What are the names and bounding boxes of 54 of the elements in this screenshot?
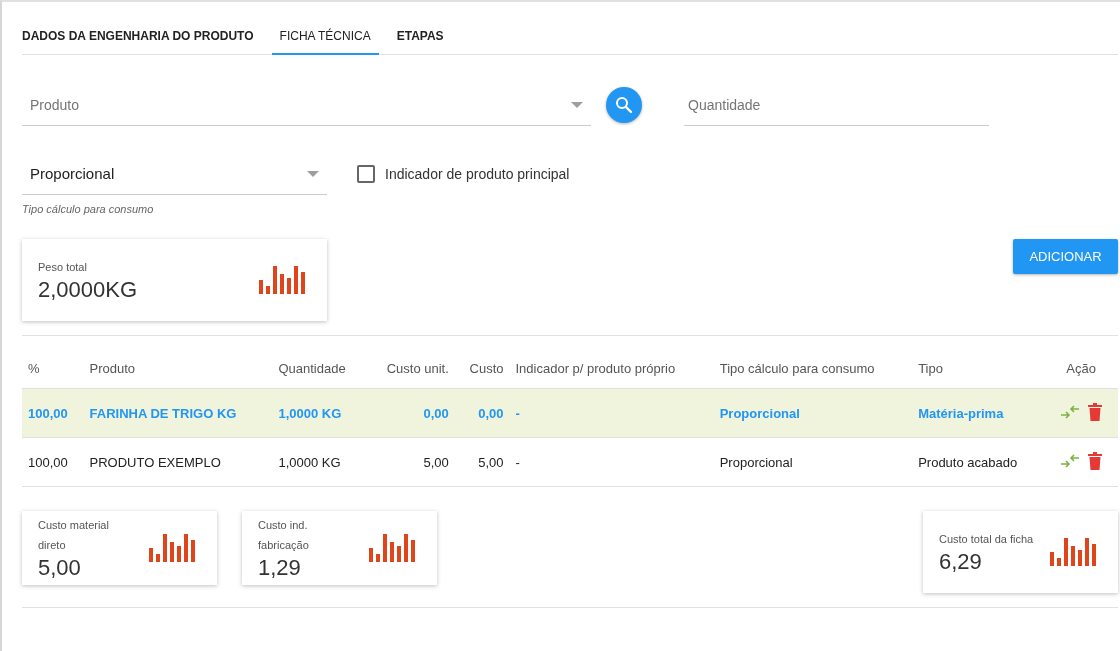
checkbox[interactable] (357, 165, 375, 183)
table-cell: 0,00 (454, 388, 510, 438)
bar-chart-icon (149, 534, 195, 562)
table-cell: - (509, 437, 714, 487)
table-cell: Produto acabado (912, 437, 1045, 487)
table-cell: 5,00 (454, 437, 510, 487)
table-cell: 1,0000 KG (272, 437, 367, 487)
column-header: Quantidade (272, 348, 367, 389)
dropdown-caret-icon (307, 170, 319, 177)
tab[interactable]: ETAPAS (388, 29, 452, 55)
stat-label: Custo total da ficha (939, 532, 1035, 547)
stat-value: 2,0000KG (38, 277, 138, 303)
table-cell: 5,00 (366, 437, 455, 487)
stat-value: 1,29 (258, 555, 302, 581)
column-header: Ação (1044, 348, 1118, 389)
stat-label: Custo ind. fabricação (258, 518, 310, 553)
table-cell: FARINHA DE TRIGO KG (83, 388, 273, 438)
bar-chart-icon (1050, 538, 1096, 566)
column-header: Tipo (912, 348, 1045, 389)
trash-icon (1088, 402, 1103, 421)
column-header: Indicador p/ produto próprio (509, 348, 714, 389)
table-cell: 0,00 (366, 388, 455, 438)
checkbox-label: Indicador de produto principal (385, 166, 570, 182)
table-cell: 1,0000 KG (272, 388, 367, 438)
stat-value: 5,00 (38, 555, 82, 581)
table-cell: 100,00 (22, 388, 84, 438)
tab[interactable]: DADOS DA ENGENHARIA DO PRODUTO (22, 29, 262, 55)
search-icon (615, 96, 633, 114)
stat-label: Custo material direto (38, 518, 110, 553)
column-header: Custo unit. (366, 348, 455, 389)
calculation-type-select[interactable]: Proporcional (22, 153, 327, 195)
column-header: Produto (83, 348, 273, 389)
table-row[interactable]: 100,00 PRODUTO EXEMPLO 1,0000 KG 5,00 5,00 - Proporcional Produto acabado (22, 437, 1118, 487)
helper-text: Tipo cálculo para consumo (22, 203, 155, 215)
dropdown-caret-icon (571, 101, 583, 108)
search-button[interactable] (606, 87, 642, 123)
table-cell: PRODUTO EXEMPLO (83, 437, 273, 487)
table-cell: Proporcional (713, 388, 913, 438)
table-cell: Matéria-prima (912, 388, 1045, 438)
column-header: % (22, 348, 84, 389)
column-header: Tipo cálculo para consumo (713, 348, 913, 389)
tab[interactable]: FICHA TÉCNICA (271, 29, 379, 55)
column-header: Custo (454, 348, 510, 389)
swap-arrows-icon (1060, 453, 1081, 468)
stat-label: Peso total (38, 260, 88, 275)
product-select[interactable]: Produto (22, 84, 591, 126)
table-cell: - (509, 388, 714, 438)
stat-value: 6,29 (939, 549, 983, 575)
trash-icon (1088, 451, 1103, 470)
bar-chart-icon (259, 266, 305, 294)
table-cell: 100,00 (22, 437, 84, 487)
swap-arrows-icon (1060, 404, 1081, 419)
bar-chart-icon (369, 534, 415, 562)
table-cell: Proporcional (713, 437, 913, 487)
